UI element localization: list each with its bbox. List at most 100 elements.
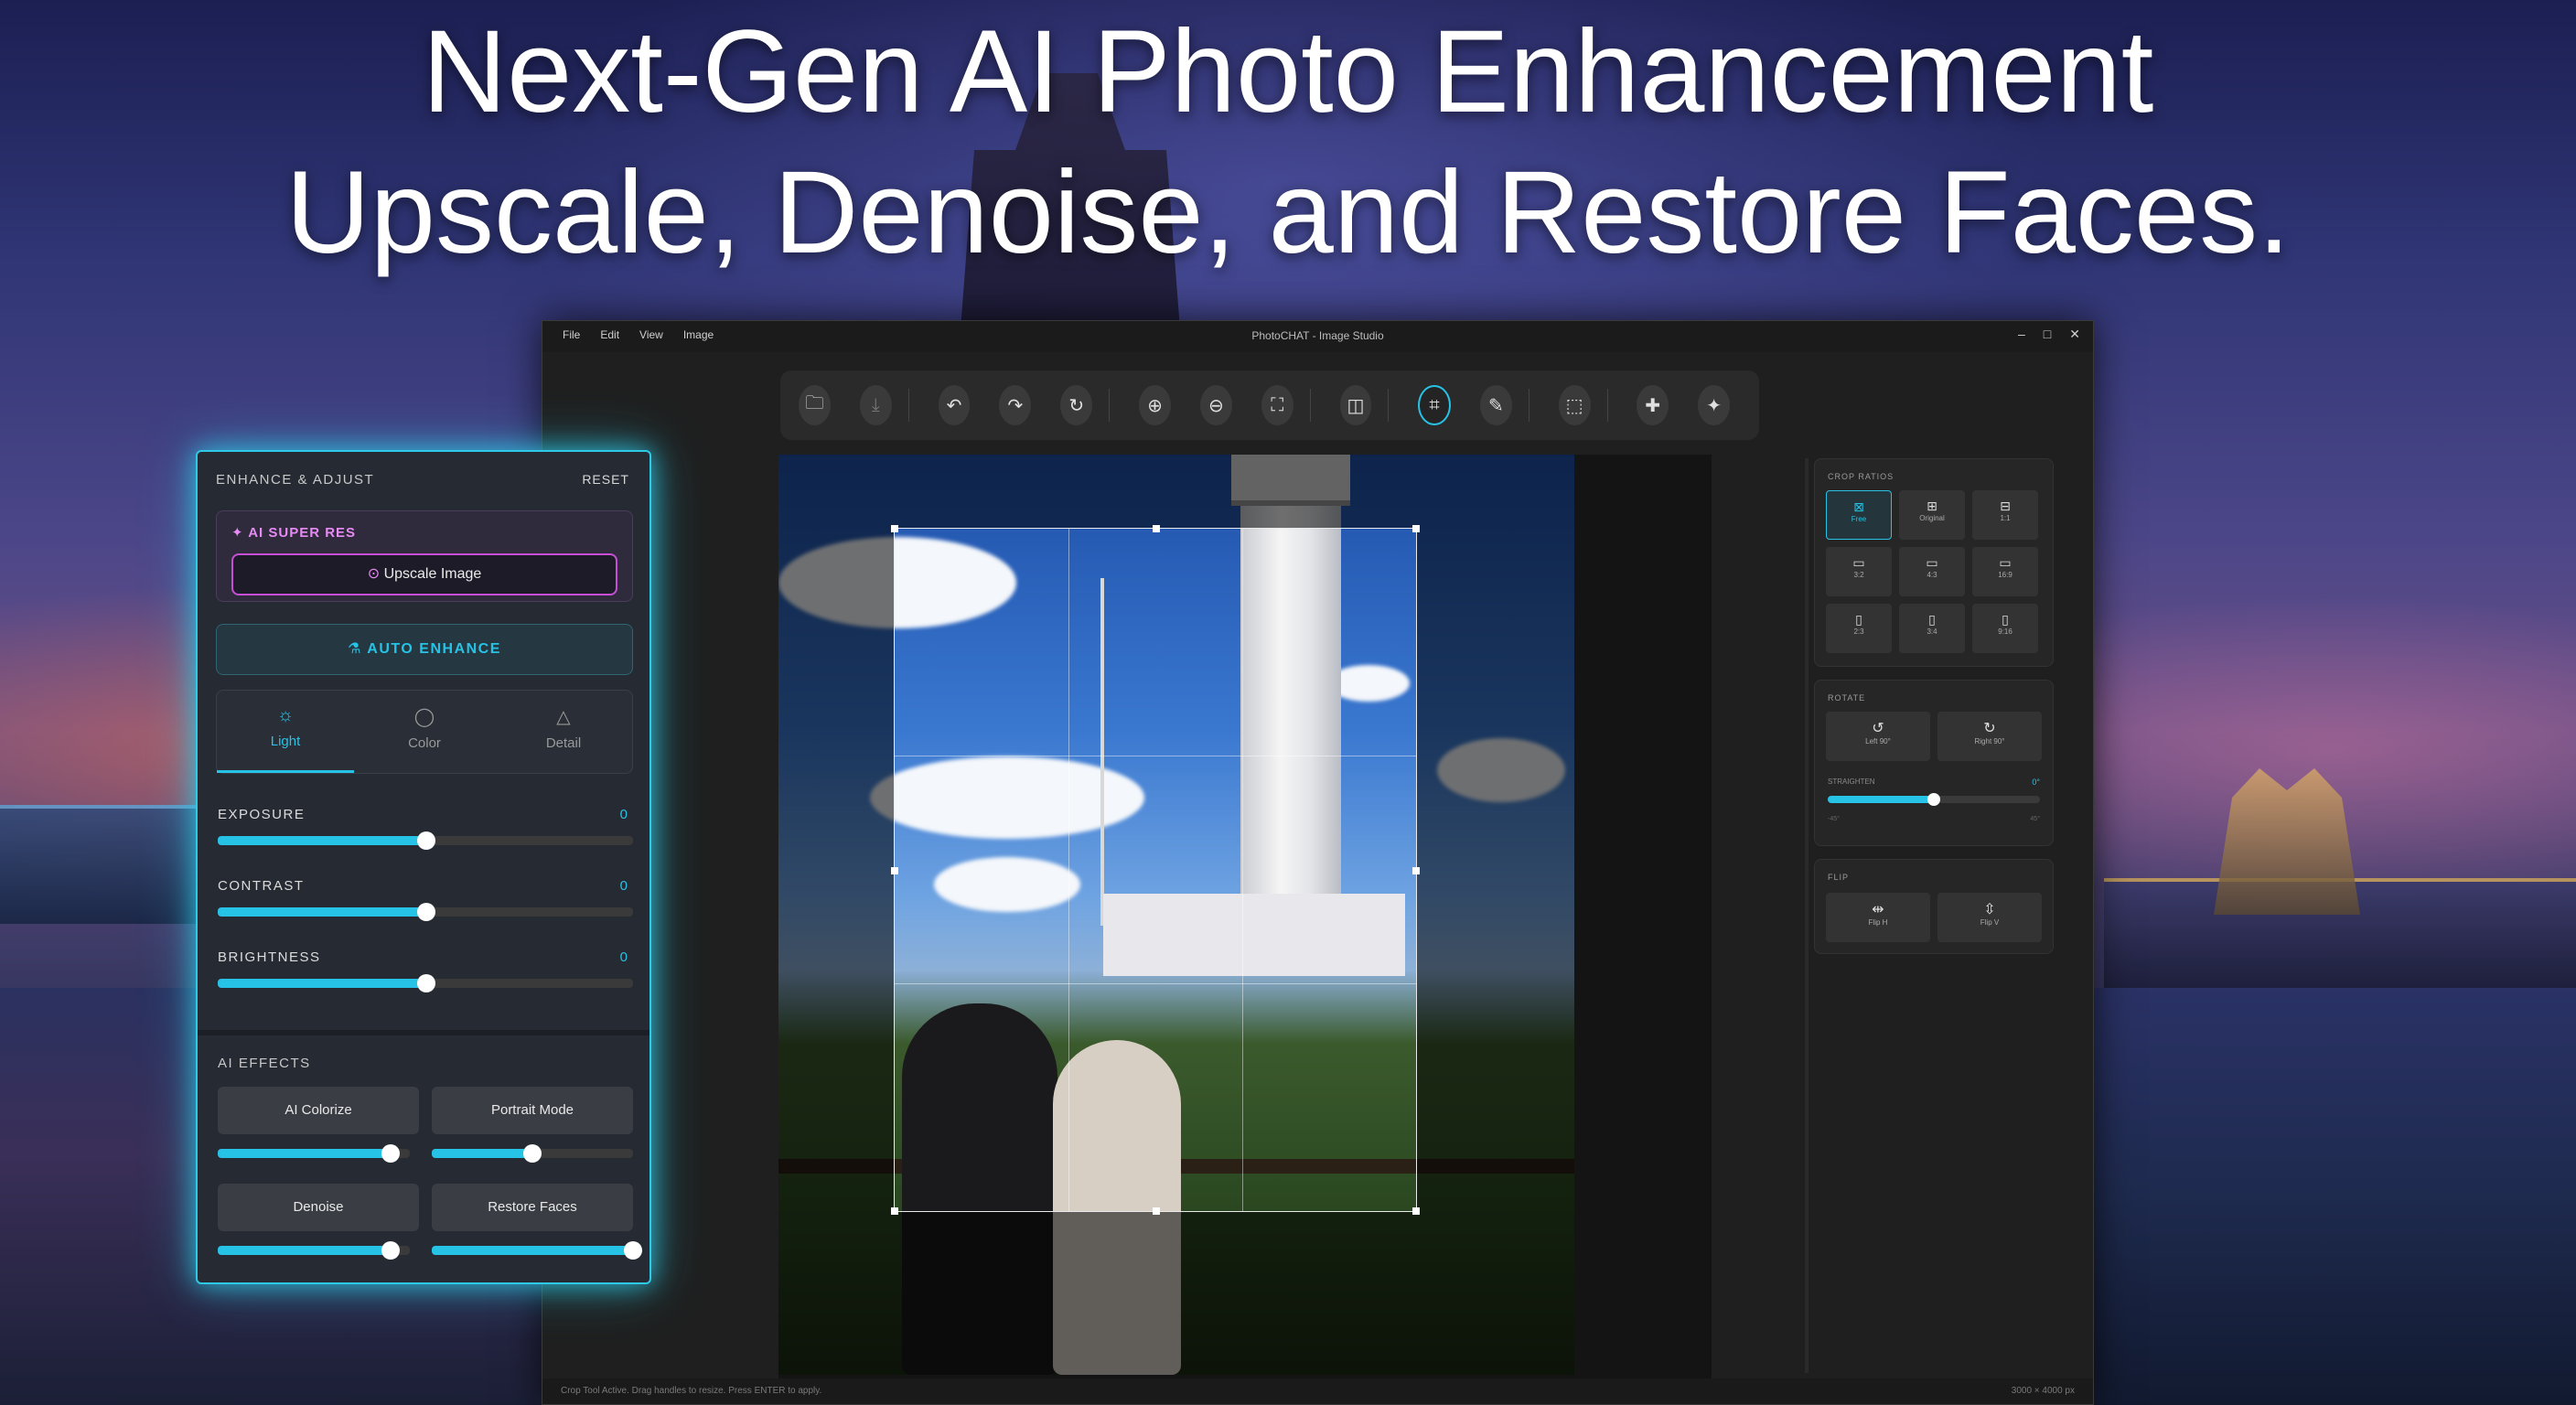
effect-level-knob[interactable] — [381, 1144, 400, 1163]
ratio-label: 3:4 — [1927, 627, 1937, 636]
crop-button[interactable]: ⌗ — [1418, 385, 1451, 425]
reset-button[interactable]: RESET — [582, 472, 629, 487]
exposure-knob[interactable] — [417, 831, 435, 850]
heal-button[interactable]: ✚ — [1637, 385, 1669, 425]
photo-canvas[interactable] — [778, 455, 1574, 1375]
toolbar-separator — [1309, 389, 1311, 422]
ratio-label: 3:2 — [1853, 571, 1864, 579]
magic-wand-button[interactable]: ✦ — [1698, 385, 1731, 425]
minimize-icon[interactable]: – — [2018, 327, 2025, 342]
compare-icon: ◫ — [1347, 395, 1365, 416]
panel-title: ENHANCE & ADJUST — [216, 472, 375, 488]
ratio-free[interactable]: ⊠ Free — [1826, 490, 1892, 540]
tab-light[interactable]: ☼ Light — [217, 691, 354, 773]
effect-level-knob[interactable] — [523, 1144, 542, 1163]
undo-button[interactable]: ↶ — [938, 385, 971, 425]
rotate-right-icon: ↻ — [1983, 721, 1996, 736]
zoom-in-icon: ⊕ — [1147, 395, 1163, 416]
tab-color[interactable]: ◯ Color — [356, 691, 493, 773]
crop-handle-top-right[interactable] — [1412, 525, 1420, 532]
original-icon: ⊞ — [1927, 499, 1937, 513]
denoise-button[interactable]: Denoise — [218, 1184, 419, 1231]
maximize-icon[interactable]: □ — [2044, 327, 2051, 342]
text-select-button[interactable]: ⬚ — [1558, 385, 1591, 425]
zoom-out-button[interactable]: ⊖ — [1199, 385, 1232, 425]
straighten-min: -45° — [1828, 816, 1840, 822]
crop-handle-bottom-right[interactable] — [1412, 1207, 1420, 1215]
brightness-label: BRIGHTNESS — [218, 949, 321, 965]
crop-grid-line — [895, 982, 1416, 984]
portrait-icon: ▯ — [1855, 612, 1862, 627]
zoom-in-button[interactable]: ⊕ — [1139, 385, 1171, 425]
flip-horizontal-button[interactable]: ⇹ Flip H — [1826, 893, 1930, 942]
super-res-label: ✦ AI SUPER RES — [231, 524, 356, 541]
rotate-right-button[interactable]: ↻ Right 90° — [1937, 712, 2042, 761]
portrait-mode-button[interactable]: Portrait Mode — [432, 1087, 633, 1134]
crop-handle-bottom[interactable] — [1153, 1207, 1160, 1215]
rotate-left-label: Left 90° — [1865, 737, 1891, 745]
brightness-knob[interactable] — [417, 974, 435, 992]
auto-enhance-button[interactable]: ⚗ AUTO ENHANCE — [216, 624, 633, 675]
crop-handle-top[interactable] — [1153, 525, 1160, 532]
tall-portrait-icon: ▯ — [2002, 612, 2009, 627]
rotate-left-button[interactable]: ↺ Left 90° — [1826, 712, 1930, 761]
crop-handle-right[interactable] — [1412, 867, 1420, 874]
crop-box[interactable] — [891, 525, 1420, 1215]
ratio-3-2[interactable]: ▭ 3:2 — [1826, 547, 1892, 596]
crop-ratios-card: CROP RATIOS ⊠ Free ⊞ Original ⊟ 1:1 ▭ 3:2 ▭ 4… — [1814, 458, 2054, 667]
super-res-text: AI SUPER RES — [248, 525, 357, 541]
effect-level-fill — [218, 1149, 391, 1158]
flip-title: FLIP — [1828, 873, 1850, 882]
ratio-label: Original — [1919, 514, 1945, 522]
ratio-3-4[interactable]: ▯ 3:4 — [1899, 604, 1965, 653]
straighten-knob[interactable] — [1927, 793, 1940, 806]
ratio-4-3[interactable]: ▭ 4:3 — [1899, 547, 1965, 596]
panel-scrollbar[interactable] — [1805, 458, 1809, 1373]
crop-handle-bottom-left[interactable] — [891, 1207, 898, 1215]
ratio-16-9[interactable]: ▭ 16:9 — [1972, 547, 2038, 596]
tab-label: Detail — [545, 735, 582, 751]
effect-level-knob[interactable] — [381, 1241, 400, 1260]
fit-screen-button[interactable]: ⛶ — [1261, 385, 1293, 425]
brightness-value: 0 — [619, 949, 628, 965]
brightness-fill — [218, 979, 425, 988]
flip-h-label: Flip H — [1868, 918, 1888, 927]
ratio-label: 4:3 — [1927, 571, 1937, 579]
ratio-2-3[interactable]: ▯ 2:3 — [1826, 604, 1892, 653]
window-controls: – □ ✕ — [2018, 327, 2080, 342]
enhance-adjust-panel: ENHANCE & ADJUST RESET ✦ AI SUPER RES ⊙ … — [196, 450, 651, 1284]
close-icon[interactable]: ✕ — [2069, 327, 2080, 342]
crop-grid-line — [1068, 529, 1069, 1211]
status-message: Crop Tool Active. Drag handles to resize… — [561, 1386, 822, 1396]
effect-level-knob[interactable] — [624, 1241, 642, 1260]
redo-button[interactable]: ↷ — [999, 385, 1032, 425]
flip-card: FLIP ⇹ Flip H ⇳ Flip V — [1814, 859, 2054, 954]
title-bar: File Edit View Image PhotoCHAT - Image S… — [542, 321, 2093, 352]
flip-vertical-button[interactable]: ⇳ Flip V — [1937, 893, 2042, 942]
open-folder-button[interactable]: 🗀 — [799, 385, 831, 425]
adjust-tabs: ☼ Light ◯ Color △ Detail — [216, 690, 633, 774]
upscale-image-button[interactable]: ⊙ Upscale Image — [231, 553, 617, 595]
rotate-title: ROTATE — [1828, 693, 1866, 702]
ai-effects-title: AI EFFECTS — [218, 1056, 311, 1071]
contrast-knob[interactable] — [417, 903, 435, 921]
straighten-fill — [1828, 796, 1934, 803]
app-window: File Edit View Image PhotoCHAT - Image S… — [542, 320, 2094, 1405]
compare-button[interactable]: ◫ — [1339, 385, 1372, 425]
contrast-fill — [218, 907, 425, 917]
restore-faces-button[interactable]: Restore Faces — [432, 1184, 633, 1231]
tab-detail[interactable]: △ Detail — [495, 691, 632, 773]
ratio-9-16[interactable]: ▯ 9:16 — [1972, 604, 2038, 653]
crop-handle-top-left[interactable] — [891, 525, 898, 532]
portrait-icon: ▯ — [1928, 612, 1936, 627]
crop-handle-left[interactable] — [891, 867, 898, 874]
reset-button[interactable]: ↻ — [1060, 385, 1093, 425]
pencil-button[interactable]: ✎ — [1479, 385, 1512, 425]
ratio-1-1[interactable]: ⊟ 1:1 — [1972, 490, 2038, 540]
effect-level-fill — [218, 1246, 391, 1255]
toolbar-separator — [1606, 389, 1608, 422]
ratio-label: 16:9 — [1998, 571, 2012, 579]
ratio-original[interactable]: ⊞ Original — [1899, 490, 1965, 540]
save-button[interactable]: ⤓ — [859, 385, 892, 425]
ai-colorize-button[interactable]: AI Colorize — [218, 1087, 419, 1134]
